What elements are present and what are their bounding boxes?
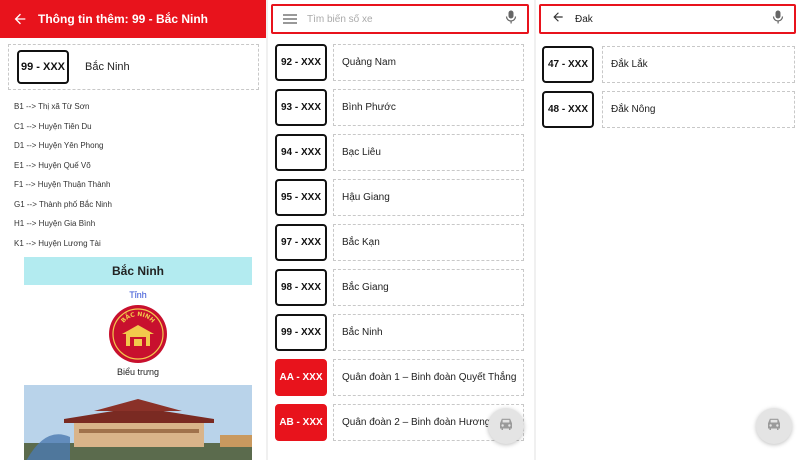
province-name: Bạc Liêu [333, 134, 524, 171]
search-bar [271, 4, 529, 34]
district-code-item: E1 --> Huyện Quế Võ [14, 160, 91, 170]
search-bar [539, 4, 796, 34]
plate-badge-military: AB - XXX [275, 404, 327, 441]
list-item[interactable]: 98 - XXX Bắc Giang [275, 265, 524, 310]
plate-badge: 92 - XXX [275, 44, 327, 81]
plate-badge: 97 - XXX [275, 224, 327, 261]
detail-panel: Thông tin thêm: 99 - Bắc Ninh 99 - XXX B… [0, 0, 266, 460]
province-name: Bình Phước [333, 89, 524, 126]
plate-badge: 98 - XXX [275, 269, 327, 306]
arrow-left-icon[interactable] [551, 10, 565, 29]
province-name: Đắk Nông [602, 91, 795, 128]
list-item[interactable]: 94 - XXX Bạc Liêu [275, 130, 524, 175]
district-code-item: D1 --> Huyện Yên Phong [14, 141, 104, 150]
emblem-caption: Biểu trưng [116, 367, 160, 377]
district-code-item: G1 --> Thành phố Bắc Ninh [14, 199, 112, 209]
microphone-icon[interactable] [772, 10, 784, 29]
search-input[interactable] [307, 13, 505, 25]
province-name: Quảng Nam [333, 44, 524, 81]
province-info-card: Bắc Ninh Tỉnh BẮC NINH Biểu trưng [24, 257, 252, 460]
province-name: Bắc Kạn [333, 224, 524, 261]
plate-badge: 93 - XXX [275, 89, 327, 126]
unit-name: Quân đoàn 1 – Binh đoàn Quyết Thắng [333, 359, 524, 396]
car-icon [497, 416, 515, 437]
province-name: Bắc Ninh [333, 314, 524, 351]
plate-badge: 99 - XXX [275, 314, 327, 351]
province-name: Đắk Lắk [602, 46, 795, 83]
plate-list-panel: 92 - XXX Quảng Nam 93 - XXX Bình Phước 9… [268, 0, 534, 460]
car-fab-button[interactable] [488, 408, 524, 444]
list-item[interactable]: 92 - XXX Quảng Nam [275, 40, 524, 85]
district-code-list: B1 --> Thị xã Từ Sơn C1 --> Huyện Tiên D… [14, 100, 112, 256]
list-item[interactable]: 95 - XXX Hậu Giang [275, 175, 524, 220]
list-item[interactable]: 47 - XXX Đắk Lắk [542, 42, 795, 87]
district-code-item: H1 --> Huyện Gia Bình [14, 219, 96, 228]
province-name: Bắc Ninh [85, 61, 130, 73]
car-fab-button[interactable] [756, 408, 792, 444]
list-item[interactable]: 99 - XXX Bắc Ninh [275, 310, 524, 355]
microphone-icon[interactable] [505, 10, 517, 29]
plate-badge-military: AA - XXX [275, 359, 327, 396]
district-code-item: B1 --> Thị xã Từ Sơn [14, 102, 90, 111]
list-item[interactable]: 97 - XXX Bắc Kạn [275, 220, 524, 265]
province-emblem: BẮC NINH [24, 304, 252, 364]
province-name: Hậu Giang [333, 179, 524, 216]
district-code-item: F1 --> Huyện Thuận Thành [14, 180, 111, 189]
info-card-subtitle[interactable]: Tỉnh [24, 290, 252, 300]
plate-badge: 48 - XXX [542, 91, 594, 128]
plate-badge: 47 - XXX [542, 46, 594, 83]
search-result-panel: 47 - XXX Đắk Lắk 48 - XXX Đắk Nông [536, 0, 800, 460]
plate-summary: 99 - XXX Bắc Ninh [8, 44, 259, 90]
list-item[interactable]: 48 - XXX Đắk Nông [542, 87, 795, 132]
plate-badge: 94 - XXX [275, 134, 327, 171]
app-header: Thông tin thêm: 99 - Bắc Ninh [0, 0, 266, 38]
list-item[interactable]: 93 - XXX Bình Phước [275, 85, 524, 130]
emblem-icon: BẮC NINH [109, 305, 167, 363]
search-result-list: 47 - XXX Đắk Lắk 48 - XXX Đắk Nông [542, 42, 795, 132]
info-card-title: Bắc Ninh [24, 257, 252, 285]
car-icon [765, 416, 783, 437]
plate-badge: 95 - XXX [275, 179, 327, 216]
search-input[interactable] [575, 13, 772, 25]
list-item[interactable]: AA - XXX Quân đoàn 1 – Binh đoàn Quyết T… [275, 355, 524, 400]
province-photo [24, 385, 252, 460]
district-code-item: C1 --> Huyện Tiên Du [14, 121, 92, 131]
hamburger-menu-icon[interactable] [283, 14, 297, 24]
arrow-left-icon[interactable] [8, 7, 32, 31]
page-title: Thông tin thêm: 99 - Bắc Ninh [38, 12, 208, 26]
plate-list: 92 - XXX Quảng Nam 93 - XXX Bình Phước 9… [275, 40, 524, 445]
list-item[interactable]: AB - XXX Quân đoàn 2 – Binh đoàn Hương G… [275, 400, 524, 445]
province-name: Bắc Giang [333, 269, 524, 306]
district-code-item: K1 --> Huyện Lương Tài [14, 238, 101, 248]
plate-badge: 99 - XXX [17, 50, 69, 84]
